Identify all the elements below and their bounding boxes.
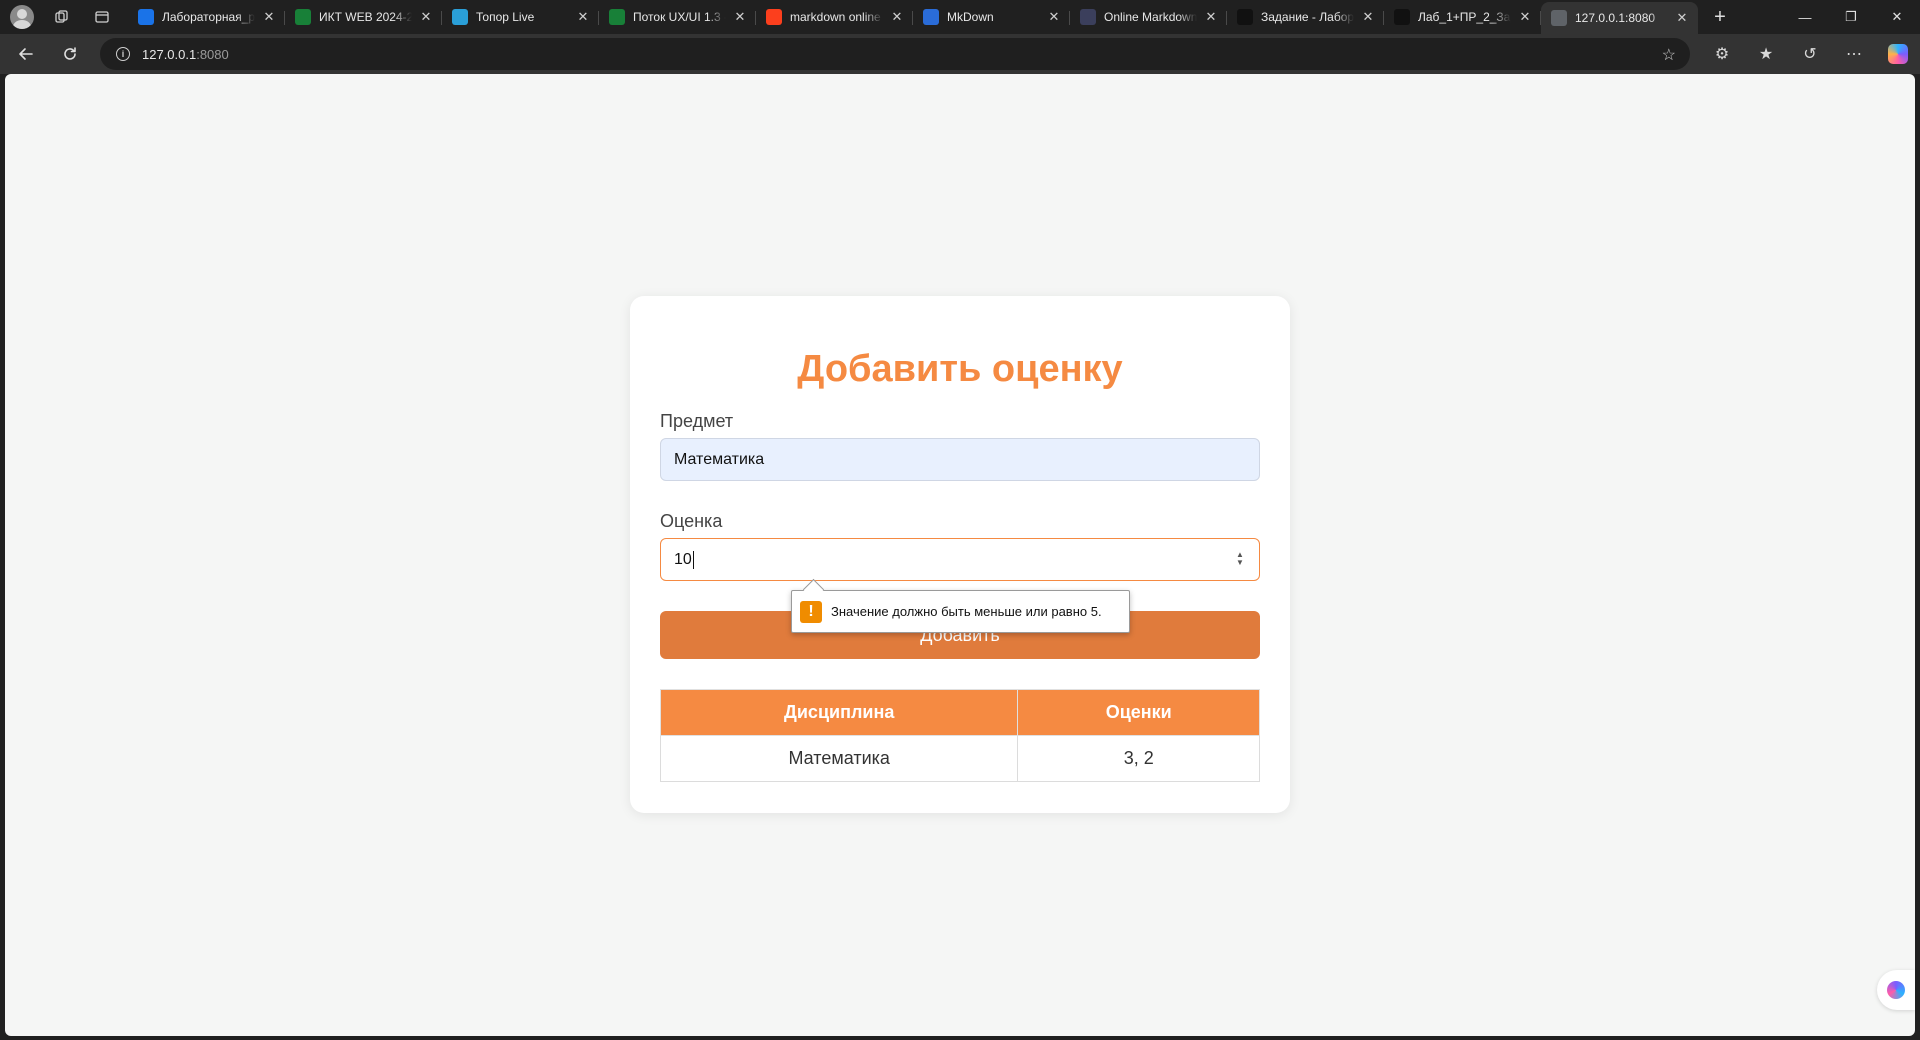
column-header-discipline: Дисциплина <box>659 689 1019 736</box>
grade-input[interactable]: 10 ▲ ▼ <box>660 538 1260 581</box>
copilot-button[interactable] <box>1876 36 1920 72</box>
site-info-icon[interactable]: i <box>116 47 130 61</box>
spin-down-icon[interactable]: ▼ <box>1236 558 1244 567</box>
url-text: 127.0.0.1:8080 <box>142 47 229 62</box>
tab-title: Online Markdown <box>1104 10 1197 24</box>
browser-tab[interactable]: Online Markdown ✕ <box>1070 2 1227 32</box>
yandex-icon <box>766 9 782 25</box>
tab-strip: Лабораторная_ра ✕ ИКТ WEB 2024-20 ✕ Топор Li… <box>0 0 1920 34</box>
page-viewport: Добавить оценку Предмет Математика Оценк… <box>5 74 1915 1036</box>
tab-title: Лабораторная_ра <box>162 10 255 24</box>
favorites-icon[interactable]: ★ <box>1744 36 1788 72</box>
close-tab-icon[interactable]: ✕ <box>732 9 748 25</box>
reload-icon <box>64 47 76 60</box>
subject-label: Предмет <box>660 411 734 431</box>
address-bar[interactable]: i 127.0.0.1:8080 ☆ <box>100 38 1690 70</box>
close-window-button[interactable]: ✕ <box>1874 0 1920 34</box>
url-host: 127.0.0.1 <box>142 46 197 62</box>
close-tab-icon[interactable]: ✕ <box>1517 9 1533 25</box>
close-tab-icon[interactable]: ✕ <box>418 9 434 25</box>
close-tab-icon[interactable]: ✕ <box>575 9 591 25</box>
tab-strip-controls <box>0 3 128 31</box>
browser-tab[interactable]: Лаб_1+ПР_2_Зад ✕ <box>1384 2 1541 32</box>
browser-tab[interactable]: 127.0.0.1:8080 ✕ <box>1541 2 1698 34</box>
back-button[interactable] <box>8 36 44 72</box>
sidebar-assistant-button[interactable] <box>1877 970 1915 1010</box>
close-tab-icon[interactable]: ✕ <box>889 9 905 25</box>
window-controls: — ❐ ✕ <box>1782 0 1920 34</box>
grades-table: Дисциплина Оценки Математика 3, 2 <box>659 689 1260 782</box>
profile-button[interactable] <box>8 3 35 31</box>
browser-tab[interactable]: Задание - Лабора ✕ <box>1227 2 1384 32</box>
browser-tab[interactable]: Поток UX/UI 1.3 - ✕ <box>599 2 756 32</box>
close-tab-icon[interactable]: ✕ <box>1046 9 1062 25</box>
page-title: Добавить оценку <box>797 348 1123 390</box>
google-drive-icon <box>138 9 154 25</box>
toolbar-actions: ⚙ ★ ↺ ⋯ <box>1700 34 1920 74</box>
validation-message: Значение должно быть меньше или равно 5. <box>831 604 1102 619</box>
text-caret <box>692 550 694 569</box>
tab-title: MkDown <box>947 10 994 24</box>
browser-tab[interactable]: markdown online ✕ <box>756 2 913 32</box>
arrow-left-icon <box>19 48 33 60</box>
more-menu-icon[interactable]: ⋯ <box>1832 36 1876 72</box>
close-tab-icon[interactable]: ✕ <box>1674 10 1690 26</box>
table-row: Математика 3, 2 <box>659 735 1260 782</box>
extensions-icon[interactable]: ⚙ <box>1700 36 1744 72</box>
close-tab-icon[interactable]: ✕ <box>261 9 277 25</box>
minimize-button[interactable]: — <box>1782 0 1828 34</box>
grade-form-card: Добавить оценку Предмет Математика Оценк… <box>630 296 1290 813</box>
tab-title: Лаб_1+ПР_2_Зад <box>1418 10 1511 24</box>
notion-icon <box>1237 9 1253 25</box>
d-icon <box>1080 9 1096 25</box>
sheets-icon <box>609 9 625 25</box>
browser-tab[interactable]: Лабораторная_ра ✕ <box>128 2 285 32</box>
workspaces-icon <box>54 10 68 23</box>
number-spinner[interactable]: ▲ ▼ <box>1235 551 1245 569</box>
browser-tab[interactable]: Топор Live ✕ <box>442 2 599 32</box>
table-header-row: Дисциплина Оценки <box>659 689 1260 736</box>
tab-title: Поток UX/UI 1.3 - <box>633 10 726 24</box>
browser-tab[interactable]: ИКТ WEB 2024-20 ✕ <box>285 2 442 32</box>
validation-tooltip: ! Значение должно быть меньше или равно … <box>791 590 1130 633</box>
tab-title: ИКТ WEB 2024-20 <box>319 10 412 24</box>
chart-icon <box>923 9 939 25</box>
restore-button[interactable]: ❐ <box>1828 0 1874 34</box>
assistant-icon <box>1887 981 1905 999</box>
globe-icon <box>1551 10 1567 26</box>
copilot-icon <box>1888 44 1908 64</box>
tab-title: Топор Live <box>476 10 535 24</box>
favorite-star-icon[interactable]: ☆ <box>1662 45 1676 65</box>
new-tab-button[interactable]: + <box>1706 3 1734 31</box>
cell-grades: 3, 2 <box>1017 735 1260 782</box>
close-tab-icon[interactable]: ✕ <box>1360 9 1376 25</box>
vertical-tabs-button[interactable] <box>88 3 115 31</box>
tab-list: Лабораторная_ра ✕ ИКТ WEB 2024-20 ✕ Топор Li… <box>128 0 1698 34</box>
avatar <box>9 5 34 29</box>
tab-actions-icon <box>94 11 109 23</box>
grade-value: 10 <box>674 550 692 568</box>
reload-button[interactable] <box>52 36 88 72</box>
subject-input[interactable]: Математика <box>660 438 1260 481</box>
sheets-icon <box>295 9 311 25</box>
browser-tab[interactable]: MkDown ✕ <box>913 2 1070 32</box>
warning-icon: ! <box>800 600 822 623</box>
tab-title: Задание - Лабора <box>1261 10 1354 24</box>
github-icon <box>1394 9 1410 25</box>
url-port: :8080 <box>196 46 229 62</box>
tab-title: 127.0.0.1:8080 <box>1575 11 1656 25</box>
close-tab-icon[interactable]: ✕ <box>1203 9 1219 25</box>
history-icon[interactable]: ↺ <box>1788 36 1832 72</box>
column-header-grades: Оценки <box>1017 689 1260 736</box>
browser-toolbar: i 127.0.0.1:8080 ☆ ⚙ ★ ↺ ⋯ <box>0 34 1920 74</box>
cell-discipline: Математика <box>659 735 1019 782</box>
subject-value: Математика <box>674 450 765 468</box>
telegram-icon <box>452 9 468 25</box>
tab-title: markdown online <box>790 10 881 24</box>
workspaces-button[interactable] <box>48 3 75 31</box>
grade-label: Оценка <box>660 511 723 531</box>
